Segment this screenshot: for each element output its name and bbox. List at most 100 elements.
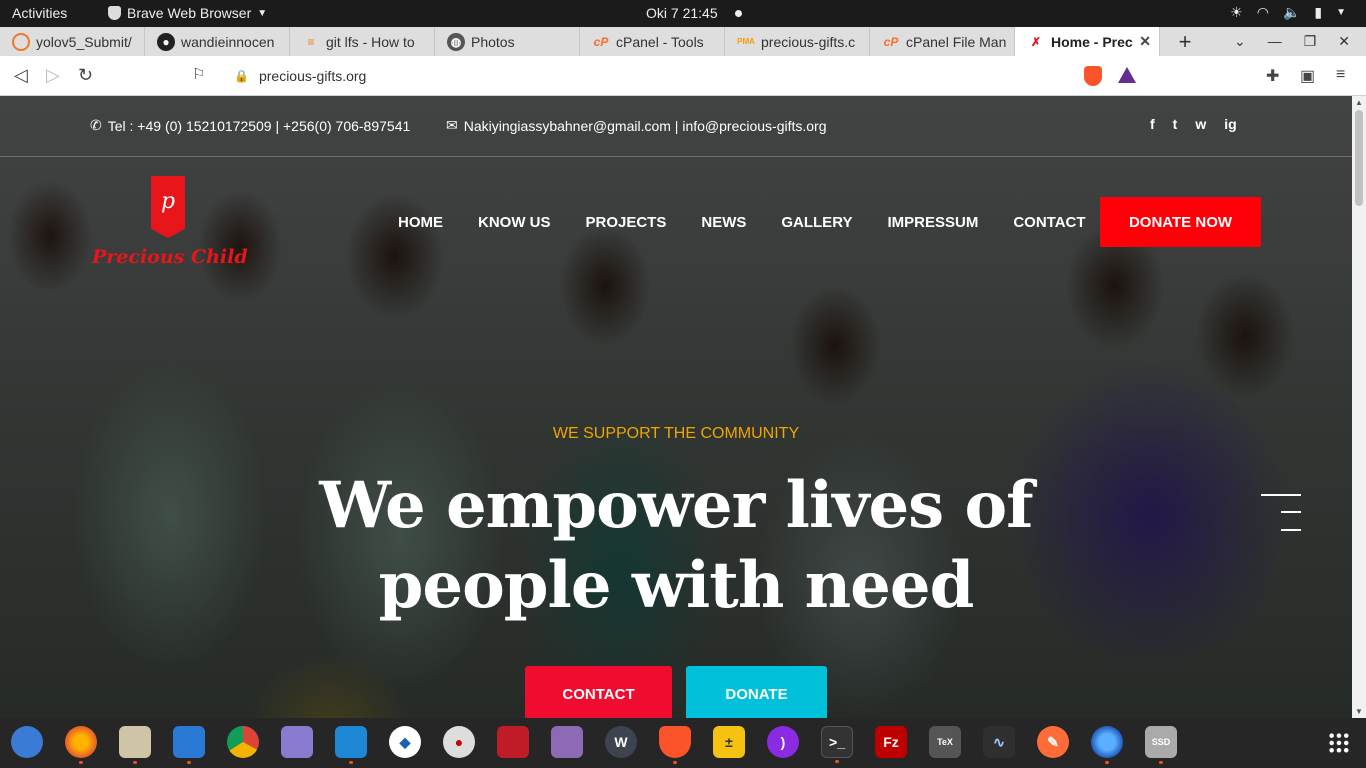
scroll-down-icon[interactable]: ▼ [1355, 707, 1363, 716]
video-editor-icon[interactable] [551, 726, 583, 758]
tab-label: cPanel File Man [906, 33, 1007, 50]
instagram-icon[interactable]: ig [1224, 116, 1236, 132]
tab-cpanel-file-manager[interactable]: cP cPanel File Man [870, 27, 1015, 56]
tab-label: yolov5_Submit/ [36, 33, 132, 50]
app-menu[interactable]: Brave Web Browser ▼ [108, 5, 267, 21]
vpn-icon[interactable]: ● [443, 726, 475, 758]
phone-info: ✆ Tel : +49 (0) 15210172509 | +256(0) 70… [90, 117, 410, 134]
extensions-icon[interactable]: ✚ [1266, 66, 1279, 86]
wifi-icon: ◠ [1256, 4, 1269, 20]
clock[interactable]: Oki 7 21:45 [646, 5, 718, 21]
files-icon[interactable] [119, 726, 151, 764]
brave-shields-icon[interactable] [1084, 66, 1102, 86]
nav-contact[interactable]: CONTACT [1013, 214, 1085, 231]
maximize-icon[interactable]: ❐ [1304, 33, 1317, 50]
hero-tagline: WE SUPPORT THE COMMUNITY [552, 425, 800, 442]
site-logo[interactable]: p Precious Child [92, 176, 252, 276]
notification-dot [735, 10, 742, 17]
tab-label: git lfs - How to [326, 33, 415, 50]
scroll-up-icon[interactable]: ▲ [1355, 98, 1363, 107]
nav-projects[interactable]: PROJECTS [586, 214, 667, 231]
filezilla-icon[interactable]: Fz [875, 726, 907, 758]
stackoverflow-icon: ≡ [307, 34, 315, 49]
wallet-icon[interactable]: ▣ [1300, 66, 1315, 86]
tab-label: wandieinnocen [181, 33, 275, 50]
wireshark-icon[interactable]: W [605, 726, 637, 758]
nav-home[interactable]: HOME [398, 214, 443, 231]
nav-know-us[interactable]: KNOW US [478, 214, 551, 231]
ssd-icon[interactable]: SSD [1145, 726, 1177, 764]
tab-phpmyadmin[interactable]: PMA precious-gifts.c [725, 27, 870, 56]
close-window-icon[interactable]: ✕ [1338, 33, 1350, 50]
calculator-icon[interactable]: ± [713, 726, 745, 758]
system-top-bar: Activities Brave Web Browser ▼ Oki 7 21:… [0, 0, 1366, 27]
volume-icon: 🔈 [1282, 4, 1301, 20]
window-controls: ⌄ — ❐ ✕ [1234, 33, 1350, 50]
hero-donate-button[interactable]: DONATE [686, 666, 827, 718]
nav-news[interactable]: NEWS [701, 214, 746, 231]
bookmark-icon[interactable]: ⚐ [192, 65, 205, 83]
facebook-icon[interactable]: f [1150, 116, 1155, 132]
system-tray[interactable]: ☀ ◠ 🔈 ▮ ▼ [1230, 4, 1346, 21]
show-apps-icon[interactable] [1328, 732, 1350, 754]
tab-search-icon[interactable]: ⌄ [1234, 33, 1246, 50]
tab-home-precious[interactable]: ✗ Home - Prec ✕ [1015, 27, 1160, 56]
inkscape-icon[interactable]: ◆ [389, 726, 421, 758]
system-monitor-icon[interactable]: ∿ [983, 726, 1015, 758]
scroll-thumb[interactable] [1355, 110, 1363, 206]
vscode-icon[interactable] [335, 726, 367, 764]
nav-gallery[interactable]: GALLERY [781, 214, 852, 231]
firefox-icon[interactable] [65, 726, 97, 764]
chrome-icon[interactable] [227, 726, 259, 758]
podcast-icon[interactable]: ) [767, 726, 799, 758]
cpanel-icon: cP [883, 34, 899, 49]
cpanel-icon: cP [593, 34, 609, 49]
logo-banner: p [151, 176, 185, 238]
thunderbird-icon[interactable] [11, 726, 43, 758]
main-nav: HOME KNOW US PROJECTS NEWS GALLERY IMPRE… [398, 214, 1086, 231]
page-scrollbar[interactable]: ▲ ▼ [1352, 96, 1366, 718]
new-tab-button[interactable]: + [1170, 27, 1200, 56]
close-tab-icon[interactable]: ✕ [1139, 33, 1151, 50]
brave-rewards-icon[interactable] [1118, 67, 1136, 83]
postman-icon[interactable]: ✎ [1037, 726, 1069, 758]
writer-icon[interactable] [173, 726, 205, 764]
tab-github[interactable]: ● wandieinnocen [145, 27, 290, 56]
activities-button[interactable]: Activities [12, 5, 67, 21]
hero-contact-button[interactable]: CONTACT [525, 666, 672, 718]
web-page: ✆ Tel : +49 (0) 15210172509 | +256(0) 70… [0, 96, 1352, 718]
menu-icon[interactable]: ≡ [1336, 66, 1345, 84]
tab-photos[interactable]: ◍ Photos [435, 27, 580, 56]
minimize-icon[interactable]: — [1268, 33, 1282, 50]
brave-icon[interactable] [659, 726, 691, 764]
hamburger-menu-icon[interactable] [1261, 494, 1301, 532]
tab-label: precious-gifts.c [761, 33, 856, 50]
firefox-dev-icon[interactable] [1091, 726, 1123, 764]
hero-title-line: people with need [378, 548, 975, 623]
lock-icon: 🔒 [234, 69, 249, 83]
phpmyadmin-icon: PMA [737, 37, 755, 46]
twitter-icon[interactable]: t [1173, 116, 1178, 132]
tab-label: Photos [471, 33, 515, 50]
tab-stackoverflow[interactable]: ≡ git lfs - How to [290, 27, 435, 56]
url-bar[interactable]: 🔒 precious-gifts.org [222, 62, 1146, 90]
github-icon: ● [157, 32, 175, 51]
back-icon[interactable]: ◁ [14, 65, 28, 86]
nav-impressum[interactable]: IMPRESSUM [887, 214, 978, 231]
whatsapp-icon[interactable]: w [1195, 116, 1206, 132]
email-info: ✉ Nakiyingiassybahner@gmail.com | info@p… [446, 117, 827, 134]
social-links: f t w ig [1150, 116, 1237, 132]
terminal-icon[interactable]: >_ [821, 726, 853, 763]
tab-label: cPanel - Tools [616, 33, 704, 50]
reload-icon[interactable]: ↻ [78, 65, 93, 86]
brightness-icon: ☀ [1230, 4, 1243, 20]
forward-icon[interactable]: ▷ [46, 65, 60, 86]
tab-cpanel-tools[interactable]: cP cPanel - Tools [580, 27, 725, 56]
donate-now-button[interactable]: DONATE NOW [1100, 197, 1261, 247]
screen-recorder-icon[interactable] [497, 726, 529, 758]
phone-text: Tel : +49 (0) 15210172509 | +256(0) 706-… [107, 117, 411, 134]
tab-label: Home - Prec [1051, 33, 1133, 50]
texmaker-icon[interactable]: TeX [929, 726, 961, 758]
save-icon[interactable] [281, 726, 313, 758]
tab-jupyter[interactable]: yolov5_Submit/ [0, 27, 145, 56]
